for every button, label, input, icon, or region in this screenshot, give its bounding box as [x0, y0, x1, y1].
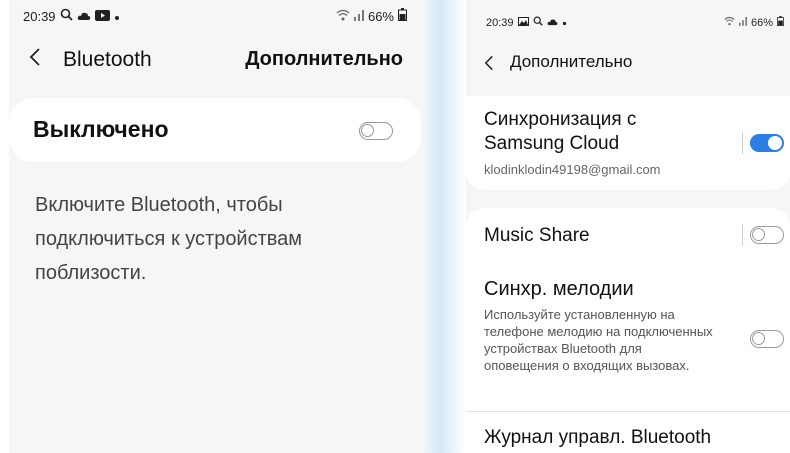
signal-icon [353, 9, 364, 24]
signal-icon [738, 16, 747, 29]
battery-icon [398, 8, 407, 24]
sync-title: Синхронизация с Samsung Cloud [484, 109, 637, 154]
advanced-settings-screen: 20:39 66% Дополнительно Синхронизация с … [466, 0, 790, 453]
page-title: Дополнительно [510, 52, 633, 71]
ringtone-sync-switch[interactable] [750, 330, 784, 348]
status-bar: 20:39 66% [9, 0, 421, 30]
music-share-title: Music Share [484, 225, 590, 246]
search-icon [533, 16, 543, 29]
wifi-icon [336, 9, 350, 24]
separator [421, 0, 466, 453]
ringtone-sync-title: Синхр. мелодии [484, 278, 634, 300]
battery-percent: 66% [367, 8, 394, 24]
ringtone-sync-row[interactable]: Синхр. мелодии Используйте установленную… [466, 268, 790, 408]
music-share-switch[interactable] [750, 226, 784, 244]
app-header: Дополнительно [466, 50, 790, 90]
samsung-cloud-sync-card[interactable]: Синхронизация с Samsung Cloud klodinklod… [466, 96, 790, 190]
back-arrow-icon[interactable] [29, 46, 41, 74]
dot-icon [114, 9, 120, 24]
samsung-cloud-sync-switch[interactable] [750, 134, 784, 152]
cloud-icon [547, 17, 558, 29]
status-time: 20:39 [23, 8, 56, 24]
cloud-icon [77, 9, 91, 24]
more-options-button[interactable]: Дополнительно [245, 48, 403, 71]
bluetooth-toggle-card[interactable]: Выключено [9, 98, 421, 162]
status-bar: 20:39 66% [466, 0, 790, 30]
divider [742, 224, 743, 246]
divider [742, 132, 743, 154]
control-log-title: Журнал управл. Bluetooth [484, 427, 712, 448]
music-share-row[interactable]: Music Share [466, 208, 790, 264]
page-title: Bluetooth [63, 48, 152, 71]
status-time: 20:39 [486, 16, 514, 29]
sync-account: klodinklodin49198@gmail.com [484, 162, 661, 177]
app-header: Bluetooth Дополнительно [9, 42, 421, 82]
wifi-icon [724, 16, 735, 29]
bluetooth-screen: 20:39 66% Bluetooth Дополнительно Выключ… [9, 0, 421, 453]
dot-icon [562, 17, 567, 29]
gallery-icon [517, 16, 529, 29]
search-icon [60, 8, 73, 24]
battery-percent: 66% [750, 16, 773, 29]
media-icon [94, 9, 110, 24]
bluetooth-hint-text: Включите Bluetooth, чтобы подключиться к… [35, 194, 303, 284]
battery-icon [777, 16, 784, 29]
bluetooth-status-label: Выключено [33, 116, 169, 142]
bluetooth-control-log-row[interactable]: Журнал управл. Bluetooth [466, 413, 790, 453]
back-arrow-icon[interactable] [484, 52, 494, 78]
bluetooth-switch[interactable] [359, 122, 393, 140]
ringtone-sync-description: Используйте установленную на телефоне ме… [484, 307, 713, 373]
row-divider [466, 411, 790, 412]
sound-settings-card: Music Share Синхр. мелодии Используйте у… [466, 208, 790, 453]
